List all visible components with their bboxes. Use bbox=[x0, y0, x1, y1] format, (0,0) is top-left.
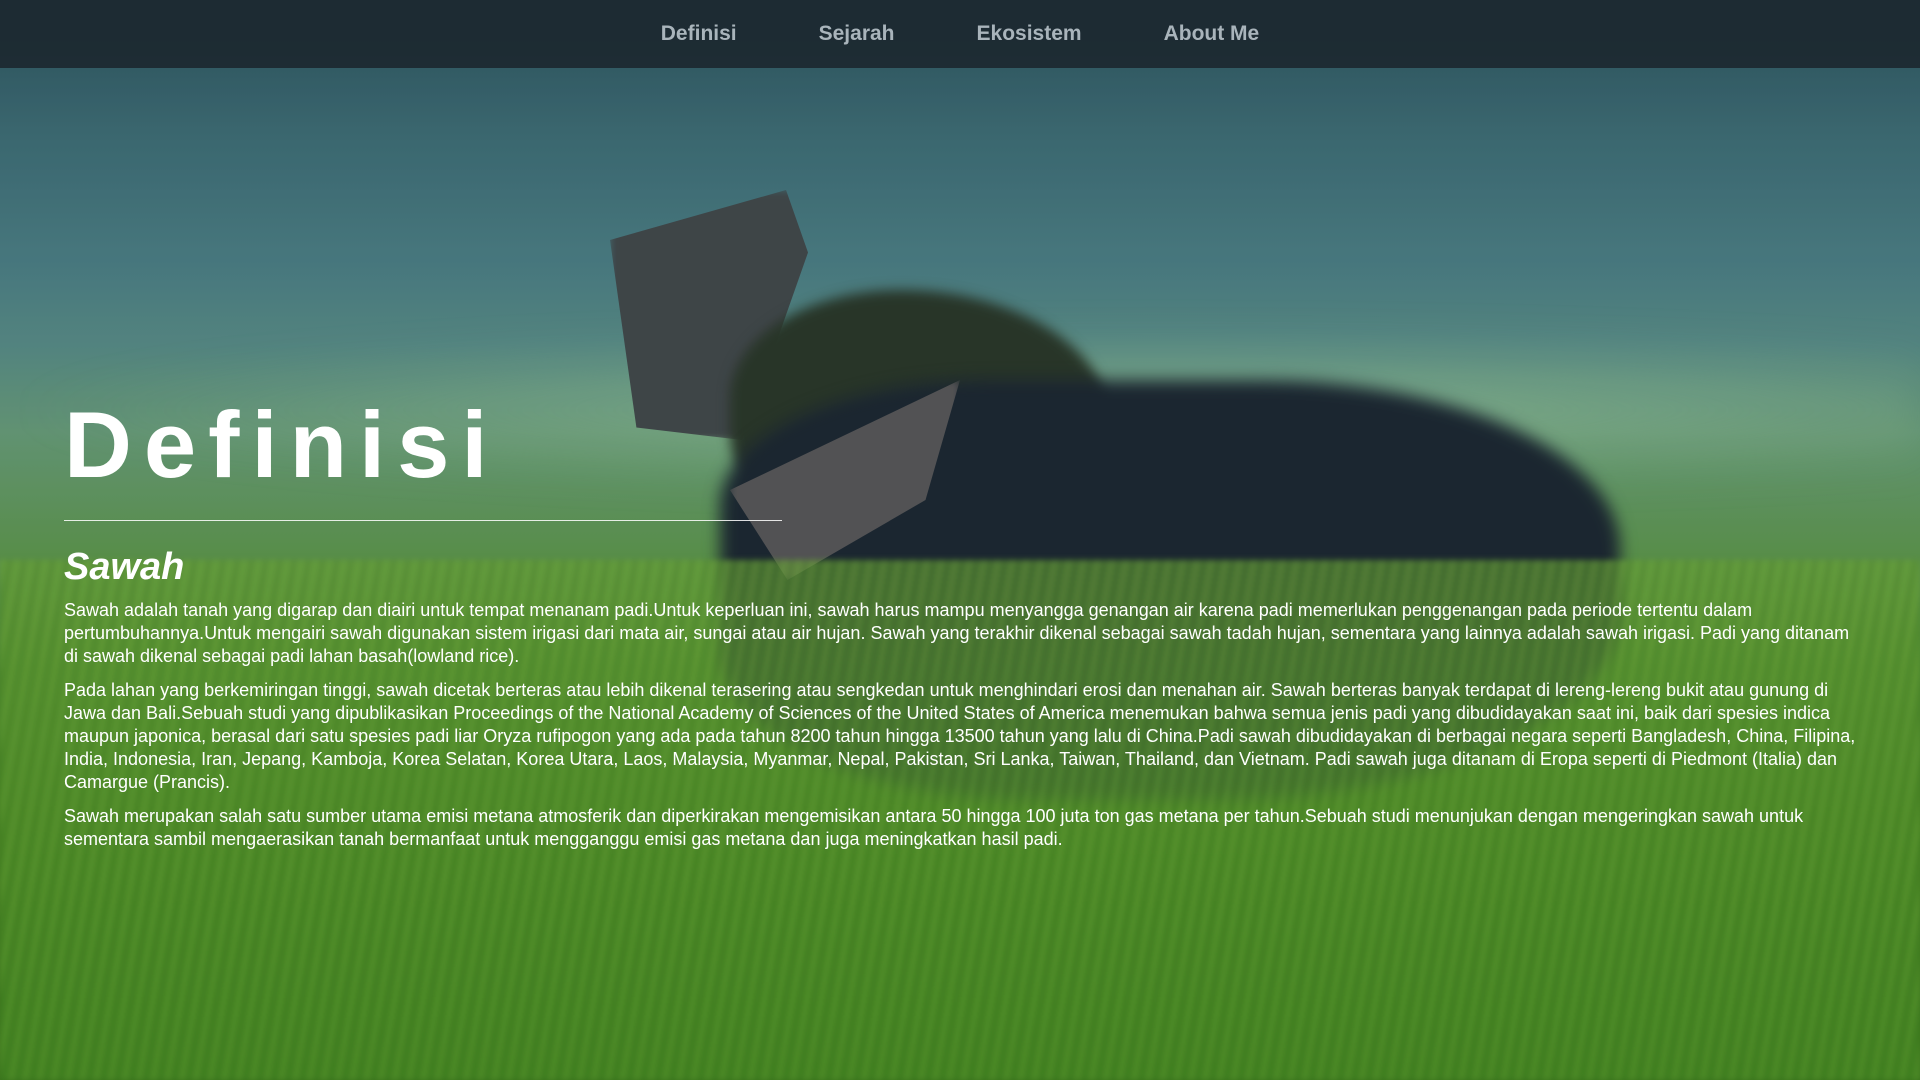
paragraph-1: Sawah adalah tanah yang digarap dan diai… bbox=[64, 600, 1850, 666]
title-divider bbox=[64, 520, 782, 521]
page-title: Definisi bbox=[64, 392, 500, 497]
nav-item-about-me[interactable]: About Me bbox=[1123, 22, 1301, 46]
page: Definisi Sejarah Ekosistem About Me Defi… bbox=[0, 0, 1920, 1080]
paragraph-2: Pada lahan yang berkemiringan tinggi, sa… bbox=[64, 680, 1856, 792]
top-navbar: Definisi Sejarah Ekosistem About Me bbox=[0, 0, 1920, 68]
nav-list: Definisi Sejarah Ekosistem About Me bbox=[620, 22, 1300, 46]
paragraph-3: Sawah merupakan salah satu sumber utama … bbox=[64, 806, 1804, 849]
main-content: Definisi Sawah Sawah adalah tanah yang d… bbox=[64, 390, 1864, 862]
nav-item-definisi[interactable]: Definisi bbox=[620, 22, 778, 46]
nav-item-ekosistem[interactable]: Ekosistem bbox=[936, 22, 1123, 46]
section-subtitle: Sawah bbox=[64, 546, 185, 588]
nav-item-sejarah[interactable]: Sejarah bbox=[778, 22, 936, 46]
